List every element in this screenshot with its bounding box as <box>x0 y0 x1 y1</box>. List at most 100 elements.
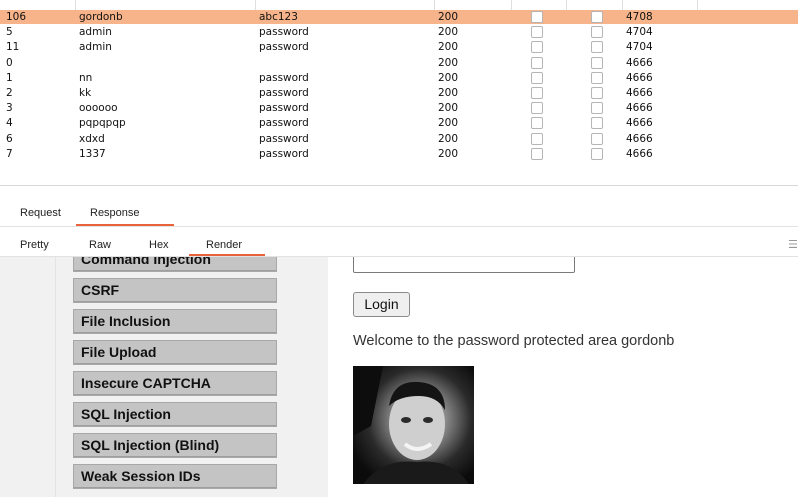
timeout-checkbox[interactable] <box>591 71 603 84</box>
column-separator[interactable] <box>622 0 623 10</box>
payload1-cell: kk <box>79 87 92 99</box>
status-code-cell: 200 <box>438 132 459 145</box>
timeout-checkbox[interactable] <box>591 11 603 23</box>
payload1-cell: pqpqpqp <box>79 117 126 130</box>
password-field[interactable] <box>353 257 575 273</box>
menu-item[interactable]: File Upload <box>73 340 277 365</box>
column-separator[interactable] <box>255 0 256 10</box>
status-code-cell: 200 <box>438 87 459 99</box>
payload2-cell: password <box>259 87 309 99</box>
menu-item[interactable]: File Inclusion <box>73 309 277 334</box>
payload1-cell: admin <box>79 41 112 54</box>
tab-pretty[interactable]: Pretty <box>20 239 49 251</box>
payload2-cell: password <box>259 26 309 39</box>
length-cell: 4666 <box>626 56 653 69</box>
length-cell: 4666 <box>626 117 653 130</box>
status-code-cell: 200 <box>438 11 459 23</box>
menu-item[interactable]: Insecure CAPTCHA <box>73 371 277 396</box>
request-number-cell: 6 <box>6 132 13 145</box>
payload2-cell: password <box>259 71 309 84</box>
menu-item[interactable]: CSRF <box>73 278 277 303</box>
error-checkbox[interactable] <box>531 87 543 99</box>
error-checkbox[interactable] <box>531 11 543 23</box>
column-separator[interactable] <box>434 0 435 10</box>
status-code-cell: 200 <box>438 26 459 39</box>
timeout-checkbox[interactable] <box>591 147 603 160</box>
status-code-cell: 200 <box>438 102 459 115</box>
status-code-cell: 200 <box>438 71 459 84</box>
tab-request[interactable]: Request <box>20 207 61 219</box>
status-code-cell: 200 <box>438 117 459 130</box>
request-number-cell: 5 <box>6 26 13 39</box>
payload1-cell: oooooo <box>79 102 118 115</box>
timeout-checkbox[interactable] <box>591 132 603 145</box>
result-row[interactable]: 0 200 4666 <box>0 56 798 70</box>
tab-raw[interactable]: Raw <box>89 239 111 251</box>
column-separator[interactable] <box>511 0 512 10</box>
result-row[interactable]: 1 nn password 200 4666 <box>0 71 798 85</box>
length-cell: 4666 <box>626 87 653 99</box>
user-avatar-image <box>353 366 474 484</box>
status-code-cell: 200 <box>438 56 459 69</box>
menu-item[interactable]: Command Injection <box>73 257 277 272</box>
column-separator[interactable] <box>697 0 698 10</box>
timeout-checkbox[interactable] <box>591 102 603 115</box>
error-checkbox[interactable] <box>531 71 543 84</box>
length-cell: 4666 <box>626 102 653 115</box>
error-checkbox[interactable] <box>531 56 543 69</box>
timeout-checkbox[interactable] <box>591 56 603 69</box>
payload2-cell: password <box>259 102 309 115</box>
tab-hex[interactable]: Hex <box>149 239 169 251</box>
payload2-cell: password <box>259 41 309 54</box>
result-row[interactable]: 4 pqpqpqp password 200 4666 <box>0 116 798 130</box>
timeout-checkbox[interactable] <box>591 26 603 39</box>
menu-item[interactable]: SQL Injection <box>73 402 277 427</box>
result-row[interactable]: 6 xdxd password 200 4666 <box>0 132 798 146</box>
view-tabs: Pretty Raw Hex Render ☰ <box>0 235 798 257</box>
result-row[interactable]: 7 1337 password 200 4666 <box>0 147 798 161</box>
avatar-photo <box>353 366 469 484</box>
request-number-cell: 7 <box>6 147 13 160</box>
request-number-cell: 1 <box>6 71 13 84</box>
payload1-cell: xdxd <box>79 132 105 145</box>
result-row[interactable]: 106 gordonb abc123 200 4708 <box>0 10 798 24</box>
request-number-cell: 11 <box>6 41 20 54</box>
tab-render[interactable]: Render <box>206 239 242 251</box>
request-number-cell: 3 <box>6 102 13 115</box>
result-row[interactable]: 11 admin password 200 4704 <box>0 40 798 54</box>
login-button[interactable]: Login <box>353 292 410 317</box>
payload2-cell: password <box>259 117 309 130</box>
column-separator[interactable] <box>566 0 567 10</box>
error-checkbox[interactable] <box>531 117 543 130</box>
request-number-cell: 4 <box>6 117 13 130</box>
active-view-indicator <box>189 254 265 256</box>
error-checkbox[interactable] <box>531 132 543 145</box>
request-number-cell: 106 <box>6 11 27 23</box>
error-checkbox[interactable] <box>531 147 543 160</box>
column-separator[interactable] <box>75 0 76 10</box>
result-row[interactable]: 3 oooooo password 200 4666 <box>0 101 798 115</box>
message-tabs: Request Response <box>0 199 798 227</box>
rendered-response: Command Injection CSRF File Inclusion File … <box>0 257 798 497</box>
timeout-checkbox[interactable] <box>591 117 603 130</box>
error-checkbox[interactable] <box>531 102 543 115</box>
request-number-cell: 0 <box>6 56 13 69</box>
payload2-cell: password <box>259 132 309 145</box>
menu-item[interactable]: SQL Injection (Blind) <box>73 433 277 458</box>
length-cell: 4708 <box>626 11 653 23</box>
dvwa-sidebar: Command Injection CSRF File Inclusion File … <box>0 257 328 497</box>
result-row[interactable]: 2 kk password 200 4666 <box>0 86 798 100</box>
length-cell: 4666 <box>626 71 653 84</box>
error-checkbox[interactable] <box>531 41 543 54</box>
timeout-checkbox[interactable] <box>591 87 603 99</box>
dvwa-content: Login Welcome to the password protected … <box>329 257 798 497</box>
menu-item[interactable]: Weak Session IDs <box>73 464 277 489</box>
payload1-cell: admin <box>79 26 112 39</box>
tab-response[interactable]: Response <box>90 207 140 219</box>
result-row[interactable]: 5 admin password 200 4704 <box>0 25 798 39</box>
error-checkbox[interactable] <box>531 26 543 39</box>
timeout-checkbox[interactable] <box>591 41 603 54</box>
payload1-cell: 1337 <box>79 147 106 160</box>
request-number-cell: 2 <box>6 87 13 99</box>
menu-icon[interactable]: ☰ <box>788 239 798 251</box>
